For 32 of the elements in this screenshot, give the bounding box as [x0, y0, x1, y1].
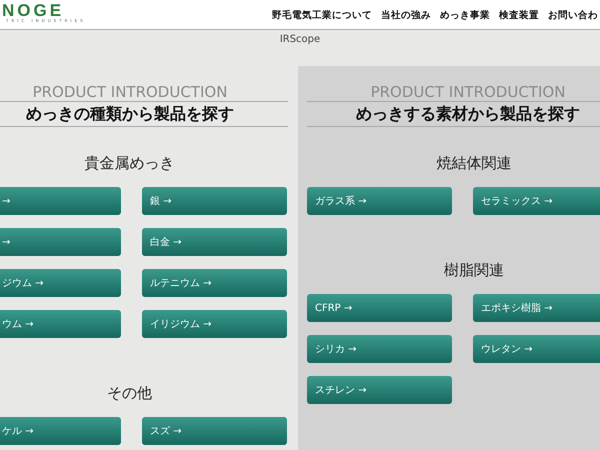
- nav-link[interactable]: 当社の強み: [381, 9, 431, 22]
- nav-link[interactable]: 検査装置: [499, 9, 539, 22]
- category-button[interactable]: イリジウム →: [142, 310, 287, 338]
- category-button[interactable]: ケル →: [0, 417, 121, 445]
- category-button[interactable]: スチレン →: [307, 376, 452, 404]
- category-title: その他: [106, 383, 153, 403]
- category-button[interactable]: 銀 →: [142, 187, 287, 215]
- category-title: 焼結体関連: [436, 153, 512, 173]
- category-title: 貴金属めっき: [84, 153, 176, 173]
- nav-link[interactable]: 野毛電気工業について: [272, 9, 372, 22]
- page-title: IRScope: [280, 34, 320, 47]
- category-title: 樹脂関連: [443, 260, 505, 280]
- section-heading: めっきする素材から製品を探す: [307, 102, 600, 127]
- category-button[interactable]: →: [0, 187, 121, 215]
- category-button[interactable]: CFRP →: [307, 294, 452, 322]
- nav-link[interactable]: お問い合わ: [548, 9, 598, 22]
- section-eyebrow: PRODUCT INTRODUCTION: [0, 83, 288, 102]
- section-eyebrow: PRODUCT INTRODUCTION: [307, 83, 600, 102]
- category-button[interactable]: 白金 →: [142, 228, 287, 256]
- category-button[interactable]: ガラス系 →: [307, 187, 452, 215]
- category-button[interactable]: ウム →: [0, 310, 121, 338]
- category-button[interactable]: ルテニウム →: [142, 269, 287, 297]
- category-button[interactable]: シリカ →: [307, 335, 452, 363]
- category-button[interactable]: ウレタン →: [473, 335, 600, 363]
- category-button[interactable]: スズ →: [142, 417, 287, 445]
- nav-link[interactable]: めっき事業: [440, 9, 490, 22]
- category-button[interactable]: →: [0, 228, 121, 256]
- section-heading: めっきの種類から製品を探す: [0, 102, 288, 127]
- category-button[interactable]: ジウム →: [0, 269, 121, 297]
- logo-wordmark[interactable]: NOGE: [2, 3, 86, 18]
- category-button[interactable]: エポキシ樹脂 →: [473, 294, 600, 322]
- category-button[interactable]: セラミックス →: [473, 187, 600, 215]
